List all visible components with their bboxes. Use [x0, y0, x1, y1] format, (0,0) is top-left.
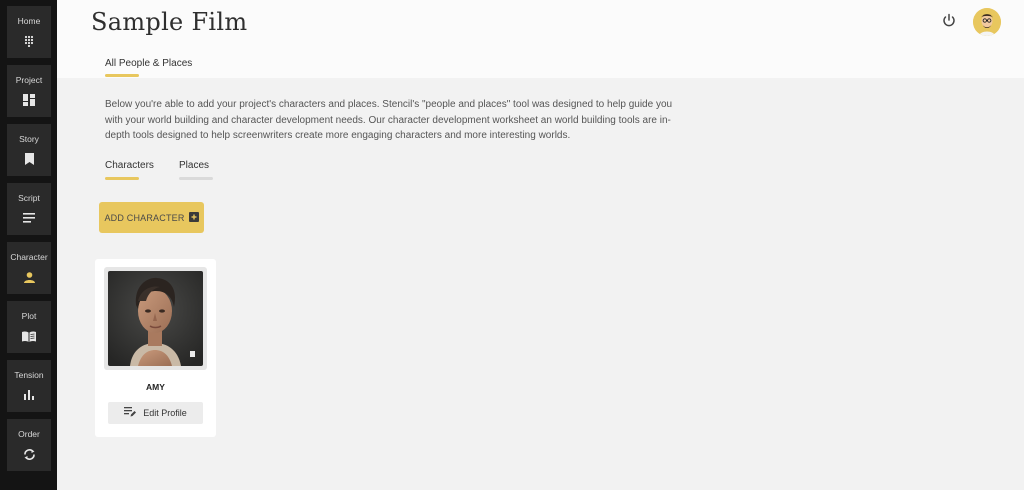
dots-grid-icon — [22, 34, 36, 48]
nav-item-plot[interactable]: Plot — [7, 301, 51, 353]
nav-item-home[interactable]: Home — [7, 6, 51, 58]
character-name: AMY — [146, 382, 165, 392]
tab-places-indicator — [179, 177, 213, 180]
avatar[interactable] — [973, 8, 1001, 36]
nav-label: Project — [15, 75, 43, 85]
book-icon — [22, 329, 36, 343]
nav-item-order[interactable]: Order — [7, 419, 51, 471]
power-icon[interactable] — [942, 12, 956, 28]
sidebar: Home Project Story Script Character Plot… — [0, 0, 57, 490]
tab-active-indicator — [105, 74, 139, 77]
refresh-icon — [22, 447, 36, 461]
nav-label: Home — [17, 16, 41, 26]
nav-label: Tension — [14, 370, 44, 380]
dashboard-icon — [22, 93, 36, 107]
nav-item-story[interactable]: Story — [7, 124, 51, 176]
character-photo-frame — [104, 267, 207, 370]
edit-profile-button[interactable]: Edit Profile — [108, 402, 203, 424]
character-card: AMY Edit Profile — [95, 259, 216, 437]
nav-item-project[interactable]: Project — [7, 65, 51, 117]
tab-characters-indicator — [105, 177, 139, 180]
nav-label: Story — [19, 134, 39, 144]
edit-profile-label: Edit Profile — [143, 408, 187, 418]
lines-icon — [22, 211, 36, 225]
person-icon — [22, 270, 36, 284]
add-character-button[interactable]: ADD CHARACTER — [99, 202, 204, 233]
nav-label: Plot — [21, 311, 37, 321]
tab-characters[interactable]: Characters — [105, 160, 154, 171]
nav-item-character[interactable]: Character — [7, 242, 51, 294]
bookmark-icon — [22, 152, 36, 166]
add-character-label: ADD CHARACTER — [104, 212, 185, 223]
header: Sample Film All People & Places — [57, 0, 1024, 78]
character-photo[interactable] — [108, 271, 203, 366]
nav-label: Script — [18, 193, 40, 203]
tab-places[interactable]: Places — [179, 160, 209, 171]
nav-item-script[interactable]: Script — [7, 183, 51, 235]
intro-text: Below you're able to add your project's … — [105, 99, 673, 141]
nav-item-tension[interactable]: Tension — [7, 360, 51, 412]
add-box-icon — [188, 209, 199, 227]
page-title: Sample Film — [91, 8, 248, 36]
nav-label: Order — [18, 429, 40, 439]
bar-chart-icon — [22, 388, 36, 402]
tab-all-people-places[interactable]: All People & Places — [105, 58, 192, 69]
nav-label: Character — [10, 252, 48, 262]
edit-list-icon — [124, 404, 137, 422]
